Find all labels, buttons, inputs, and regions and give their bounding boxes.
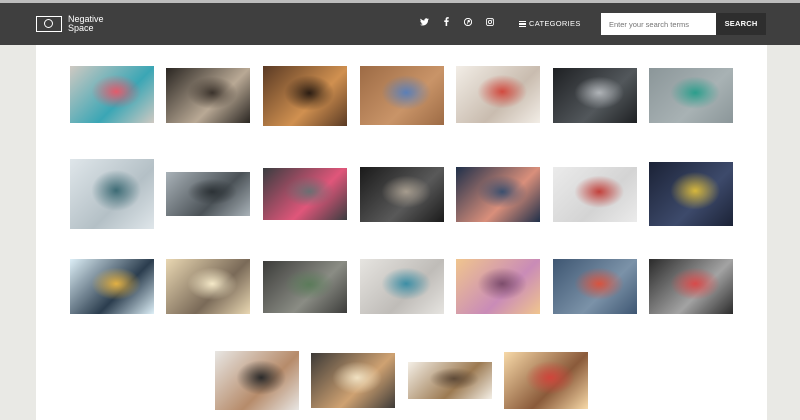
- logo-line-2: Space: [68, 23, 94, 33]
- gallery-photo-treadmill-runner[interactable]: [360, 167, 444, 222]
- gallery-photo-sneakers-and-fitness-gear[interactable]: [70, 66, 154, 123]
- gallery-photo-man-plank-dark-gym[interactable]: [553, 68, 637, 123]
- gallery-photo-yoga-stretch-studio[interactable]: [456, 259, 540, 314]
- gallery-photo-kettlebells-pink[interactable]: [263, 168, 347, 220]
- twitter-icon[interactable]: [413, 16, 435, 32]
- gallery-photo-gym-machines-bright[interactable]: [408, 362, 492, 399]
- gallery-photo-gym-class-pushups[interactable]: [456, 66, 540, 123]
- gallery-photo-legs-running-shoes-gym[interactable]: [649, 259, 733, 314]
- gallery-photo-spin-class[interactable]: [70, 259, 154, 314]
- gallery-photo-woman-kick-graffiti-wall[interactable]: [360, 259, 444, 314]
- gallery-photo-stretching-wood-floor-topdown[interactable]: [360, 66, 444, 125]
- camera-logo-icon: [36, 16, 62, 32]
- pinterest-icon[interactable]: [457, 16, 479, 32]
- site-header: Negative Space CATEGORIES SEARCH: [0, 3, 800, 45]
- logo-wordmark: Negative Space: [68, 15, 104, 33]
- gallery-photo-couple-plank-gym[interactable]: [311, 353, 395, 408]
- search-button[interactable]: SEARCH: [716, 13, 766, 35]
- search-input[interactable]: [601, 13, 716, 35]
- gallery-photo-woman-with-water-bottle[interactable]: [70, 159, 154, 229]
- gallery-photo-woman-jumping-concrete[interactable]: [649, 68, 733, 123]
- photo-gallery: [36, 45, 767, 420]
- gallery-photo-outdoor-group-class[interactable]: [263, 261, 347, 313]
- gallery-photo-sprinter-start-white[interactable]: [553, 167, 637, 222]
- gallery-photo-runner-sunset-road[interactable]: [166, 259, 250, 314]
- gallery-photo-fit-woman-torso[interactable]: [215, 351, 299, 410]
- gallery-photo-woman-sitting-blue-wall[interactable]: [553, 259, 637, 314]
- gallery-photo-runner-feet-sunset[interactable]: [504, 352, 588, 409]
- categories-menu[interactable]: CATEGORIES: [519, 16, 581, 32]
- gallery-photo-woman-boxing-warm-light[interactable]: [263, 66, 347, 126]
- gallery-photo-weightlifter-barbell[interactable]: [649, 162, 733, 226]
- gallery-photo-group-workout-indoor[interactable]: [166, 68, 250, 123]
- site-logo[interactable]: Negative Space: [36, 13, 104, 35]
- categories-label: CATEGORIES: [529, 19, 581, 28]
- menu-icon: [519, 20, 526, 29]
- facebook-icon[interactable]: [435, 16, 457, 32]
- instagram-icon[interactable]: [479, 16, 501, 32]
- gallery-photo-group-lying-floor[interactable]: [456, 167, 540, 222]
- gallery-photo-battle-ropes-gym[interactable]: [166, 172, 250, 216]
- social-links: [413, 16, 501, 32]
